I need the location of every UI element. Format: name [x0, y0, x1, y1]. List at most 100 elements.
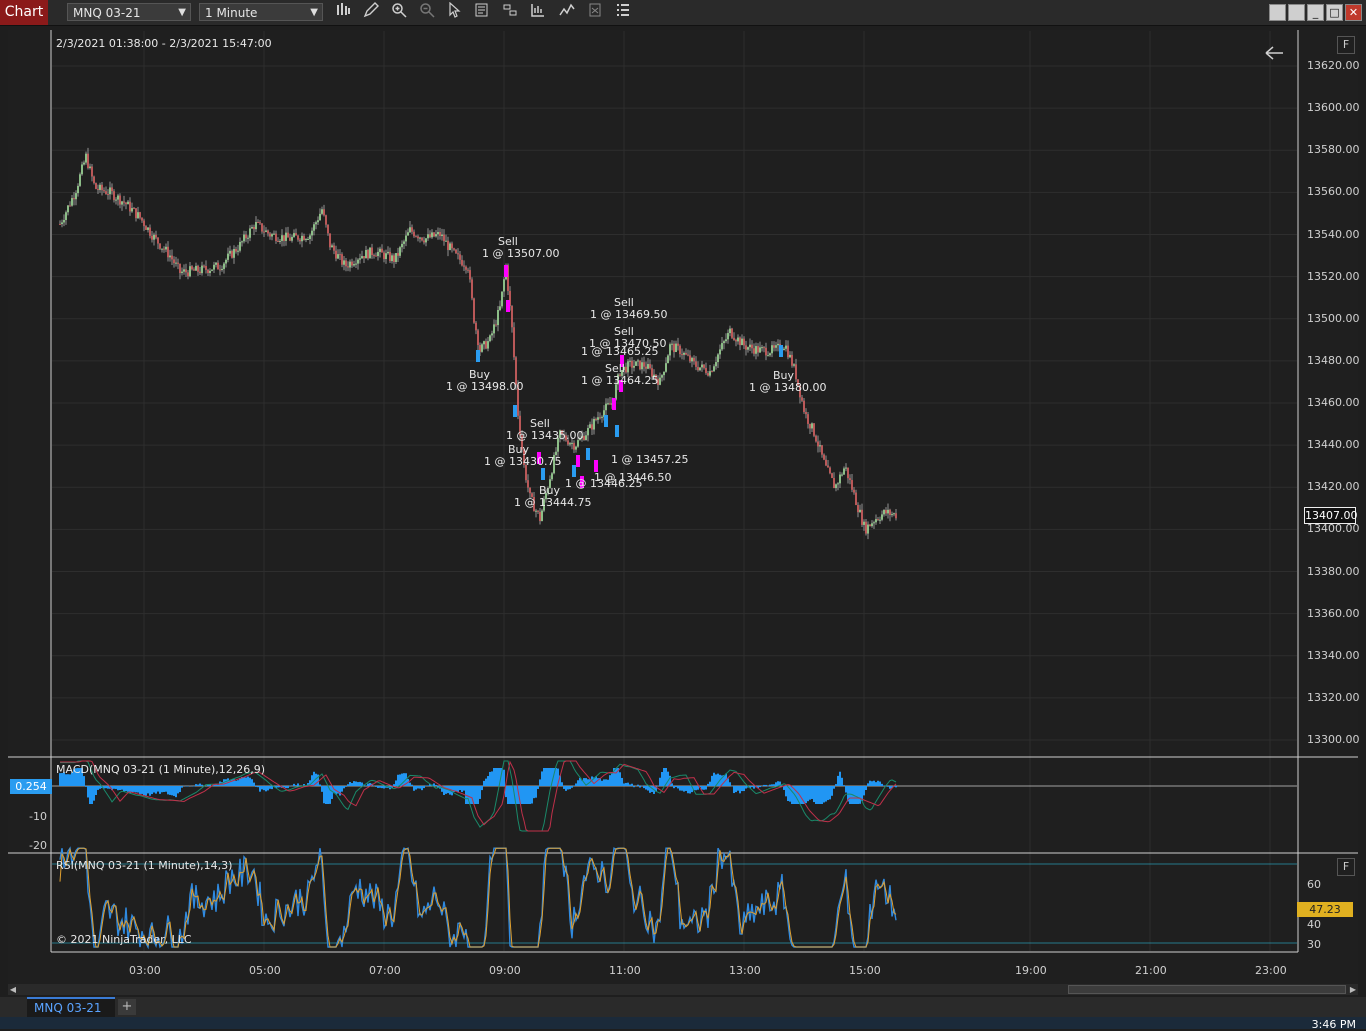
- macd-bar: [729, 782, 731, 786]
- candle-body: [197, 266, 199, 272]
- candle-body: [469, 270, 471, 279]
- candle-body: [273, 234, 275, 235]
- trade-label: 1 @ 13469.50: [590, 308, 667, 321]
- macd-bar: [179, 786, 181, 792]
- macd-bar: [377, 786, 379, 788]
- candle-body: [865, 522, 867, 534]
- candle-body: [627, 361, 629, 372]
- macd-bar: [493, 768, 495, 786]
- candle-body: [77, 186, 79, 193]
- sell-marker: [506, 300, 510, 312]
- candle-body: [471, 279, 473, 298]
- macd-bar: [127, 786, 129, 792]
- macd-bar: [535, 786, 537, 798]
- scroll-left-icon[interactable]: ◀: [8, 984, 18, 995]
- candle-body: [303, 236, 305, 240]
- candle-body: [399, 247, 401, 256]
- macd-bar: [681, 786, 683, 791]
- macd-bar: [257, 786, 259, 787]
- tab-mnq-03-21[interactable]: MNQ 03-21: [27, 997, 115, 1017]
- macd-bar: [339, 786, 341, 796]
- price-tick: 13580.00: [1307, 143, 1360, 156]
- buy-marker: [541, 468, 545, 480]
- macd-bar: [603, 779, 605, 786]
- candle-body: [361, 256, 363, 258]
- macd-bar: [383, 786, 385, 788]
- scroll-thumb[interactable]: [1068, 985, 1346, 994]
- trade-label: 1 @ 13444.75: [514, 496, 591, 509]
- candle-body: [337, 254, 339, 258]
- candle-body: [723, 341, 725, 343]
- candle-body: [497, 310, 499, 325]
- time-tick: 21:00: [1135, 964, 1167, 977]
- candle-body: [177, 263, 179, 264]
- candle-body: [345, 260, 347, 266]
- trade-label: 1 @ 13464.25: [581, 374, 658, 387]
- trade-label: 1 @ 13446.50: [594, 471, 671, 484]
- candle-body: [823, 455, 825, 460]
- macd-bar: [381, 786, 383, 788]
- candle-body: [95, 183, 97, 189]
- rsi-label: RSI(MNQ 03-21 (1 Minute),14,3): [56, 859, 232, 872]
- candle-body: [117, 195, 119, 199]
- scroll-right-icon[interactable]: ▶: [1348, 984, 1358, 995]
- macd-bar: [703, 786, 705, 790]
- macd-bar: [823, 786, 825, 802]
- macd-bar: [877, 781, 879, 786]
- macd-bar: [167, 786, 169, 794]
- macd-bar: [855, 786, 857, 804]
- macd-bar: [571, 786, 573, 788]
- price-tick: 13320.00: [1307, 691, 1360, 704]
- macd-bar: [575, 783, 577, 786]
- candle-body: [391, 255, 393, 261]
- candle-body: [815, 436, 817, 442]
- candle-body: [637, 360, 639, 361]
- candle-body: [811, 423, 813, 428]
- candle-body: [235, 249, 237, 252]
- macd-bar: [237, 780, 239, 786]
- candle-body: [729, 329, 731, 333]
- time-tick: 19:00: [1015, 964, 1047, 977]
- macd-bar: [295, 785, 297, 786]
- macd-bar: [645, 786, 647, 790]
- horizontal-scrollbar[interactable]: ◀ ▶: [8, 984, 1358, 995]
- candle-body: [79, 174, 81, 186]
- candle-body: [89, 167, 91, 168]
- candle-body: [867, 525, 869, 534]
- macd-bar: [425, 785, 427, 786]
- macd-bar: [859, 786, 861, 804]
- macd-bar: [685, 786, 687, 791]
- macd-bar: [509, 786, 511, 804]
- macd-bar: [561, 782, 563, 786]
- macd-bar: [491, 771, 493, 786]
- macd-bar: [647, 786, 649, 791]
- candle-body: [81, 164, 83, 174]
- candle-body: [343, 260, 345, 264]
- candle-body: [813, 423, 815, 435]
- macd-bar: [711, 776, 713, 786]
- macd-bar: [139, 786, 141, 794]
- macd-bar: [709, 782, 711, 786]
- macd-bar: [573, 785, 575, 786]
- candle-body: [863, 522, 865, 525]
- macd-bar: [367, 784, 369, 786]
- candle-body: [299, 240, 301, 242]
- chart-canvas[interactable]: [0, 0, 1366, 1029]
- macd-bar: [125, 786, 127, 791]
- candle-body: [211, 270, 213, 271]
- macd-bar: [419, 786, 421, 789]
- candle-body: [893, 513, 895, 514]
- buy-marker: [779, 345, 783, 357]
- candle-body: [481, 344, 483, 352]
- candle-body: [735, 340, 737, 341]
- candle-body: [397, 253, 399, 256]
- candle-body: [647, 364, 649, 369]
- macd-bar: [177, 786, 179, 793]
- candle-body: [475, 323, 477, 331]
- add-tab-button[interactable]: +: [118, 999, 136, 1015]
- candle-body: [513, 327, 515, 357]
- rsi-f-button[interactable]: F: [1337, 858, 1355, 876]
- f-button[interactable]: F: [1337, 36, 1355, 54]
- candle-body: [609, 403, 611, 404]
- candle-body: [737, 338, 739, 342]
